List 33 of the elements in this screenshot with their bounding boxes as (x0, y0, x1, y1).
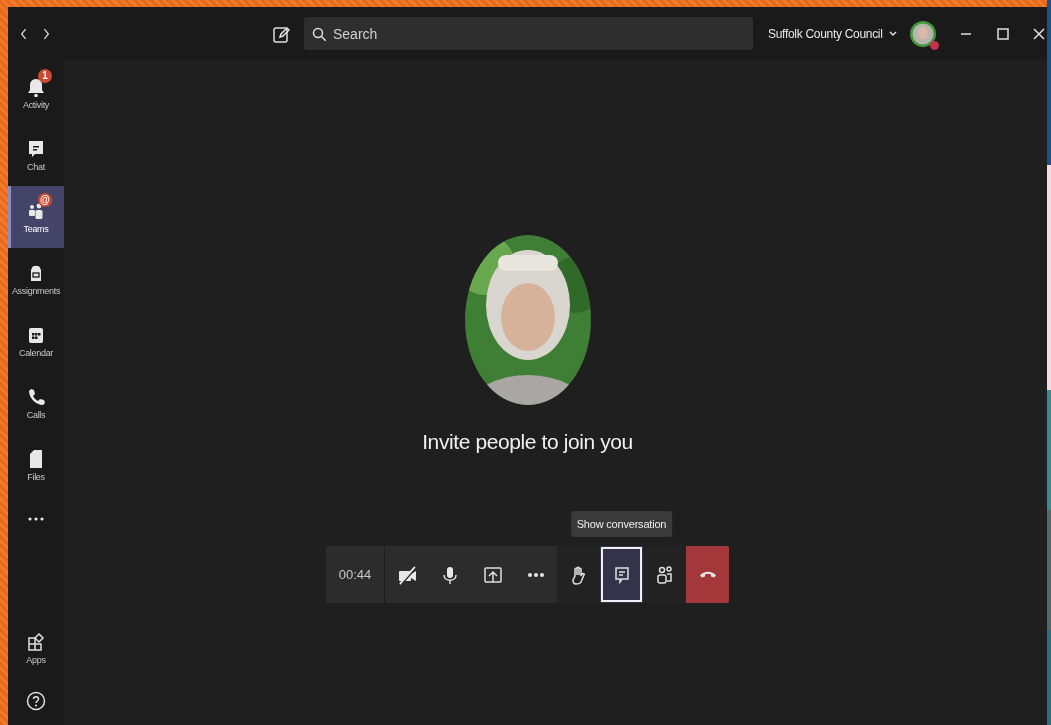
invite-message: Invite people to join you (422, 430, 633, 454)
people-icon (654, 564, 675, 585)
close-icon[interactable] (1032, 27, 1045, 40)
search-field[interactable]: Search (304, 17, 753, 50)
tooltip: Show conversation (570, 511, 673, 537)
sidebar-item[interactable]: Chat (8, 124, 64, 186)
more-icon (527, 572, 544, 577)
notification-badge: @ (38, 192, 52, 207)
sidebar-item[interactable]: Calendar (8, 310, 64, 372)
chevron-down-icon (888, 30, 897, 37)
back-icon[interactable] (20, 26, 28, 41)
hang-up-icon (699, 571, 716, 578)
forward-icon[interactable] (42, 26, 50, 41)
phone-icon (26, 386, 46, 407)
compose-icon[interactable] (272, 24, 290, 43)
search-icon (312, 27, 326, 41)
apps-icon (26, 631, 46, 652)
sidebar-item[interactable]: Apps (8, 619, 64, 677)
sidebar-item[interactable]: Calls (8, 372, 64, 434)
chat-icon (26, 138, 46, 159)
sidebar-item[interactable]: 1 Activity (8, 62, 64, 124)
sidebar-item[interactable]: Assignments (8, 248, 64, 310)
sidebar-item[interactable]: Files (8, 434, 64, 496)
maximize-icon[interactable] (996, 27, 1009, 40)
user-avatar[interactable] (909, 20, 936, 47)
more-icon (28, 517, 44, 521)
presence-dot (929, 40, 939, 50)
organization-switcher[interactable]: Suffolk County Council (768, 26, 897, 41)
help-icon (26, 691, 46, 711)
sidebar-item[interactable]: @ Teams (8, 186, 64, 248)
notification-badge: 1 (38, 68, 52, 83)
camera-icon (396, 564, 417, 585)
share-screen-icon (482, 564, 503, 585)
